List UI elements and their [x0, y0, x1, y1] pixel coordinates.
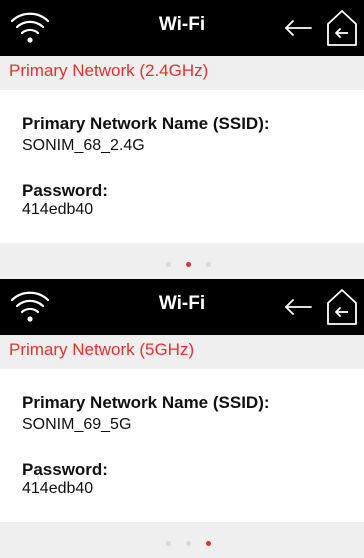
network-info-card: Primary Network Name (SSID): SONIM_69_5G…	[0, 369, 364, 522]
page-indicator	[0, 522, 364, 558]
ssid-label: Primary Network Name (SSID):	[22, 393, 270, 412]
network-info-card: Primary Network Name (SSID): SONIM_68_2.…	[0, 90, 364, 243]
wifi-screen-5g: Wi-Fi Primary Network (5GHz) Primary Net…	[0, 279, 364, 558]
top-bar: Wi-Fi	[0, 0, 364, 56]
password-value: 414edb40	[22, 201, 94, 218]
ssid-value: SONIM_68_2.4G	[22, 137, 145, 154]
back-arrow-icon[interactable]	[283, 295, 313, 319]
section-header: Primary Network (5GHz)	[0, 335, 364, 369]
page-dot-3[interactable]	[206, 262, 211, 267]
page-dot-2[interactable]	[186, 262, 191, 267]
page-dot-1[interactable]	[166, 541, 171, 546]
page-indicator	[0, 243, 364, 279]
ssid-value: SONIM_69_5G	[22, 416, 132, 433]
page-dot-1[interactable]	[166, 262, 171, 267]
home-icon[interactable]	[326, 9, 358, 47]
ssid-label: Primary Network Name (SSID):	[22, 114, 270, 133]
password-label: Password:	[22, 181, 108, 200]
top-bar: Wi-Fi	[0, 279, 364, 335]
wifi-screen-2g: Wi-Fi Primary Network (2.4GHz) Primary N…	[0, 0, 364, 279]
home-icon[interactable]	[326, 288, 358, 326]
password-label: Password:	[22, 460, 108, 479]
page-dot-2[interactable]	[186, 541, 191, 546]
section-header: Primary Network (2.4GHz)	[0, 56, 364, 90]
password-value: 414edb40	[22, 480, 94, 497]
back-arrow-icon[interactable]	[283, 16, 313, 40]
page-dot-3[interactable]	[206, 541, 211, 546]
